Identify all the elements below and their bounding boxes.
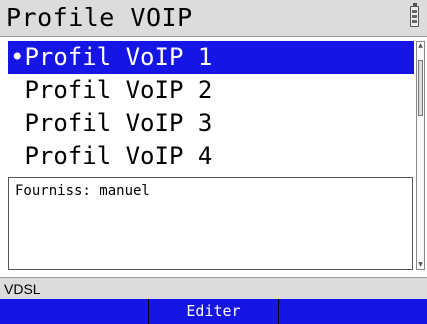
battery-level-bar (412, 10, 417, 13)
info-box: Fourniss: manuel (8, 177, 413, 270)
scroll-up-icon[interactable]: ▲ (417, 42, 424, 50)
status-bar: VDSL (0, 277, 427, 299)
connection-status: VDSL (4, 281, 41, 297)
battery-icon (410, 3, 419, 27)
provider-info: Fourniss: manuel (15, 183, 150, 199)
battery-level-bar (412, 20, 417, 23)
scroll-down-icon[interactable]: ▼ (417, 261, 424, 269)
softkey-bar: Editer (0, 299, 427, 324)
scrollbar[interactable]: ▲ ▼ (416, 41, 425, 270)
softkey-left[interactable] (0, 299, 148, 324)
scroll-thumb[interactable] (418, 60, 423, 116)
list-item-profil-voip-1[interactable]: •Profil VoIP 1 (8, 41, 414, 74)
edit-button[interactable]: Editer (148, 299, 279, 324)
list-item-profil-voip-4[interactable]: Profil VoIP 4 (8, 140, 414, 173)
title-bar: Profile VOIP (0, 0, 427, 37)
softkey-right[interactable] (279, 299, 427, 324)
list-item-profil-voip-3[interactable]: Profil VoIP 3 (8, 107, 414, 140)
list-item-profil-voip-2[interactable]: Profil VoIP 2 (8, 74, 414, 107)
battery-level-bar (412, 15, 417, 18)
device-screen: Profile VOIP •Profil VoIP 1 Profil VoIP … (0, 0, 427, 324)
page-title: Profile VOIP (6, 3, 193, 32)
profile-list: •Profil VoIP 1 Profil VoIP 2 Profil VoIP… (8, 41, 414, 173)
